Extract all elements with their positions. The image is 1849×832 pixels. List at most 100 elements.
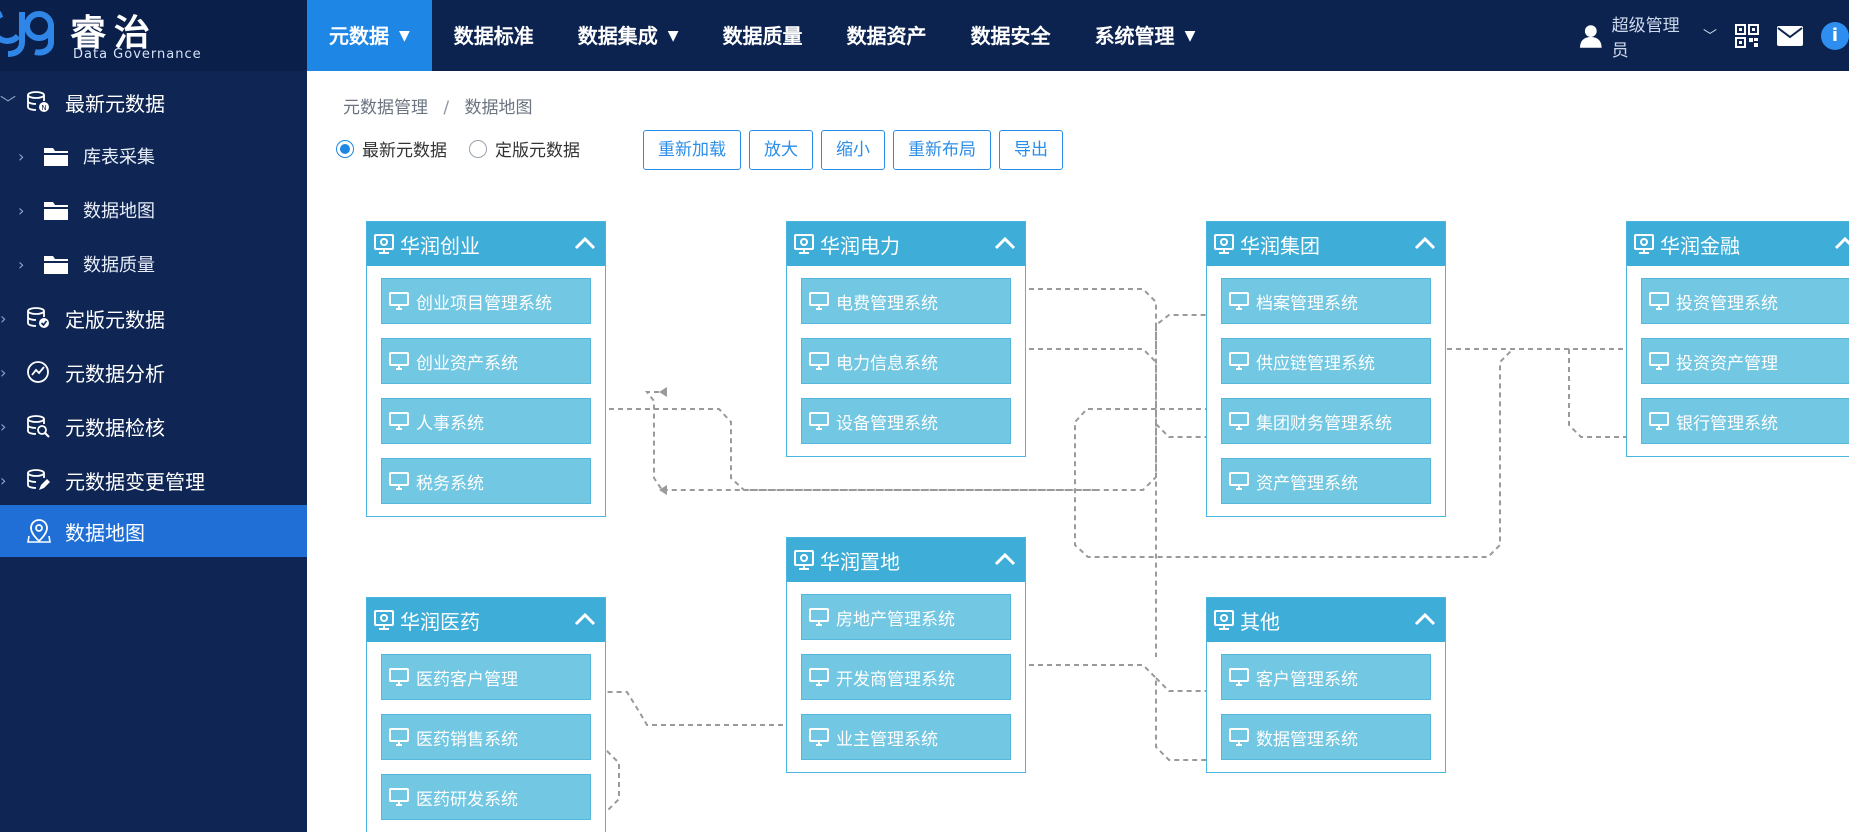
- topnav-system-admin[interactable]: 系统管理 ▼: [1073, 0, 1218, 71]
- system-label: 资产管理系统: [1256, 473, 1358, 494]
- data-map-canvas[interactable]: 华润创业 创业项目管理系统 创业资产系统 人事系统 税务系统 华润电力 电费管理系统 电力信息…: [307, 71, 1849, 832]
- group-huarun-dianli[interactable]: 华润电力电费管理系统 电力信息系统 设备管理系统: [786, 221, 1026, 457]
- topnav-label: 数据质量: [722, 23, 803, 48]
- system-node[interactable]: 投资管理系统: [1641, 278, 1849, 324]
- monitor-icon: [1229, 667, 1249, 687]
- topnav-data-quality[interactable]: 数据质量: [701, 0, 825, 71]
- chevron-up-icon[interactable]: [993, 547, 1017, 571]
- radio-latest-metadata[interactable]: 最新元数据: [336, 136, 447, 161]
- system-node[interactable]: 税务系统: [381, 458, 591, 504]
- chevron-up-icon[interactable]: [573, 607, 597, 631]
- system-node[interactable]: 集团财务管理系统: [1221, 398, 1431, 444]
- topnav-label: 数据标准: [453, 23, 534, 48]
- system-node[interactable]: 资产管理系统: [1221, 458, 1431, 504]
- reload-button[interactable]: 重新加载: [643, 130, 741, 170]
- zoom-out-button[interactable]: 缩小: [821, 130, 885, 170]
- system-node[interactable]: 创业项目管理系统: [381, 278, 591, 324]
- sidebar-item-data-map-folder[interactable]: › 数据地图: [0, 185, 307, 235]
- sidebar-item-latest-metadata[interactable]: ﹀ N 最新元数据: [0, 77, 307, 127]
- chevron-up-icon[interactable]: [1413, 607, 1437, 631]
- system-node[interactable]: 数据管理系统: [1221, 714, 1431, 760]
- group-header[interactable]: 华润医药: [367, 598, 605, 642]
- sidebar-item-data-map[interactable]: 数据地图: [0, 505, 307, 557]
- chevron-up-icon[interactable]: [573, 231, 597, 255]
- system-node[interactable]: 医药研发系统: [381, 774, 591, 820]
- topnav-data-security[interactable]: 数据安全: [949, 0, 1073, 71]
- system-node[interactable]: 医药客户管理: [381, 654, 591, 700]
- sidebar-item-table-collection[interactable]: › 库表采集: [0, 131, 307, 181]
- radio-dot: [336, 139, 354, 158]
- monitor-icon: [389, 291, 409, 311]
- sidebar-item-data-quality-folder[interactable]: › 数据质量: [0, 239, 307, 289]
- system-node[interactable]: 房地产管理系统: [801, 594, 1011, 640]
- topnav-metadata[interactable]: 元数据 ▼: [307, 0, 432, 71]
- info-button[interactable]: i: [1821, 21, 1849, 50]
- sidebar-item-metadata-change[interactable]: › 元数据变更管理: [0, 455, 307, 505]
- system-node[interactable]: 投资资产管理: [1641, 338, 1849, 384]
- qr-code-button[interactable]: [1735, 23, 1759, 48]
- export-button[interactable]: 导出: [999, 130, 1063, 170]
- chevron-up-icon[interactable]: [1833, 231, 1849, 255]
- sidebar-item-fixed-metadata[interactable]: › 定版元数据: [0, 293, 307, 343]
- monitor-icon: [1229, 471, 1249, 491]
- map-pin-icon: [26, 518, 52, 544]
- sidebar-item-metadata-check[interactable]: › 元数据检核: [0, 401, 307, 451]
- group-header[interactable]: 华润集团: [1207, 222, 1445, 266]
- database-edit-icon: [26, 468, 50, 492]
- system-node[interactable]: 人事系统: [381, 398, 591, 444]
- group-header[interactable]: 华润置地: [787, 538, 1025, 582]
- system-node[interactable]: 银行管理系统: [1641, 398, 1849, 444]
- topnav-data-assets[interactable]: 数据资产: [825, 0, 949, 71]
- system-node[interactable]: 医药销售系统: [381, 714, 591, 760]
- caret-down-icon: ▼: [399, 27, 410, 44]
- sidebar-item-label: 元数据分析: [65, 361, 165, 386]
- topnav-data-integration[interactable]: 数据集成 ▼: [556, 0, 701, 71]
- user-menu[interactable]: 超级管理员 ﹀: [1580, 11, 1717, 61]
- system-label: 投资管理系统: [1676, 293, 1778, 314]
- system-node[interactable]: 业主管理系统: [801, 714, 1011, 760]
- group-huarun-chuangye[interactable]: 华润创业创业项目管理系统 创业资产系统 人事系统税务系统: [366, 221, 606, 517]
- group-qita[interactable]: 其他客户管理系统 数据管理系统: [1206, 597, 1446, 773]
- radio-dot: [469, 139, 487, 158]
- breadcrumb: 元数据管理 / 数据地图: [343, 93, 533, 118]
- group-huarun-zhidi[interactable]: 华润置地房地产管理系统 开发商管理系统业主管理系统: [786, 537, 1026, 773]
- system-label: 开发商管理系统: [836, 669, 955, 690]
- sidebar: ﹀ N 最新元数据 › 库表采集 › 数据地图 › 数据质量 › 定版元数据 ›…: [0, 71, 307, 832]
- group-header[interactable]: 华润创业: [367, 222, 605, 266]
- system-node[interactable]: 电费管理系统: [801, 278, 1011, 324]
- sidebar-item-label: 数据地图: [65, 520, 145, 545]
- radio-fixed-metadata[interactable]: 定版元数据: [469, 136, 580, 161]
- system-node[interactable]: 档案管理系统: [1221, 278, 1431, 324]
- monitor-icon: [389, 411, 409, 431]
- monitor-icon: [1649, 291, 1669, 311]
- group-title: 华润置地: [820, 549, 900, 574]
- system-node[interactable]: 开发商管理系统: [801, 654, 1011, 700]
- monitor-icon: [1229, 291, 1249, 311]
- group-huarun-jinrong[interactable]: 华润金融投资管理系统投资资产管理 银行管理系统: [1626, 221, 1849, 457]
- link-line: [644, 391, 663, 491]
- system-label: 房地产管理系统: [836, 609, 955, 630]
- system-node[interactable]: 供应链管理系统: [1221, 338, 1431, 384]
- group-header[interactable]: 华润金融: [1627, 222, 1849, 266]
- group-header[interactable]: 华润电力: [787, 222, 1025, 266]
- monitor-icon: [389, 727, 409, 747]
- group-header[interactable]: 其他: [1207, 598, 1445, 642]
- sidebar-item-metadata-analysis[interactable]: › 元数据分析: [0, 347, 307, 397]
- system-node[interactable]: 电力信息系统: [801, 338, 1011, 384]
- group-huarun-jituan[interactable]: 华润集团档案管理系统 供应链管理系统 集团财务管理系统资产管理系统: [1206, 221, 1446, 517]
- breadcrumb-current: 数据地图: [464, 98, 533, 118]
- monitor-icon: [389, 471, 409, 491]
- relayout-button[interactable]: 重新布局: [893, 130, 991, 170]
- mail-button[interactable]: [1777, 25, 1803, 46]
- group-huarun-yiyao[interactable]: 华润医药医药客户管理 医药销售系统 医药研发系统: [366, 597, 606, 832]
- zoom-in-button[interactable]: 放大: [749, 130, 813, 170]
- topnav-data-standard[interactable]: 数据标准: [432, 0, 556, 71]
- system-node[interactable]: 客户管理系统: [1221, 654, 1431, 700]
- system-node[interactable]: 设备管理系统: [801, 398, 1011, 444]
- caret-down-icon: ▼: [667, 27, 679, 44]
- monitor-icon: [1229, 411, 1249, 431]
- breadcrumb-parent[interactable]: 元数据管理: [343, 98, 428, 118]
- system-node[interactable]: 创业资产系统: [381, 338, 591, 384]
- chevron-up-icon[interactable]: [1413, 231, 1437, 255]
- chevron-up-icon[interactable]: [993, 231, 1017, 255]
